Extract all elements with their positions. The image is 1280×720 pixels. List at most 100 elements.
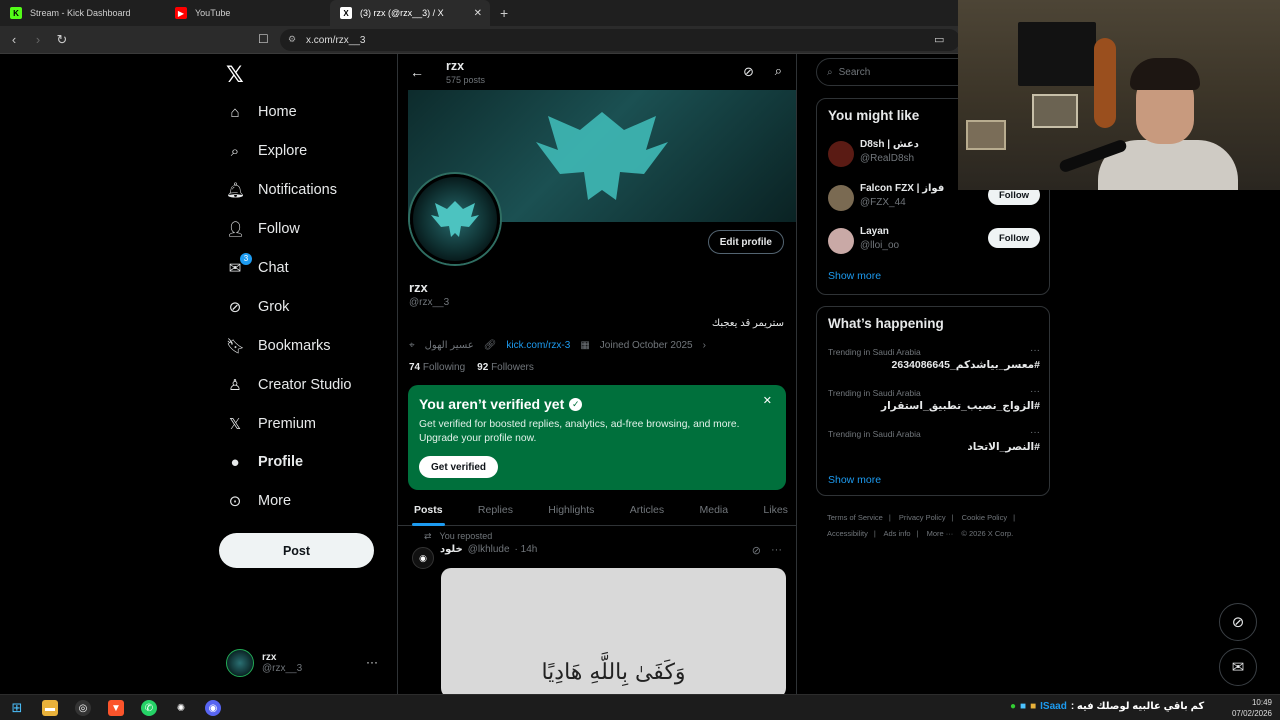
sidebar-item-notifications[interactable]: 🔔︎ Notifications xyxy=(226,178,337,202)
clock-date: 07/02/2026 xyxy=(1231,709,1272,718)
site-info-icon[interactable]: ⚙ xyxy=(288,34,296,45)
more-horizontal-icon[interactable]: ··· xyxy=(771,544,782,557)
tab-highlights[interactable]: Highlights xyxy=(548,494,594,526)
tab-media[interactable]: Media xyxy=(699,494,728,526)
sidebar-item-label: Profile xyxy=(258,454,304,470)
footer-link[interactable]: Cookie Policy xyxy=(962,513,1007,522)
footer-link[interactable]: Accessibility xyxy=(827,529,868,538)
sidebar-item-label: More xyxy=(258,493,292,509)
tab-x-profile[interactable]: X (3) rzx (@rzx__3) / X ✕ xyxy=(330,0,490,26)
search-placeholder: Search xyxy=(838,66,871,78)
sidebar: 𝕏 ⌂ Home ⌕ Explore 🔔︎ Notifications 👤︎ F… xyxy=(210,54,397,694)
suggested-user[interactable]: Layan @lloi_oo Follow xyxy=(828,226,1040,260)
sidebar-item-creator-studio[interactable]: ♙ Creator Studio xyxy=(226,373,351,397)
obs-icon[interactable]: ✺ xyxy=(173,700,189,716)
steam-icon[interactable]: ◎ xyxy=(75,700,91,716)
post-button[interactable]: Post xyxy=(219,533,374,568)
followers-link[interactable]: 92 Followers xyxy=(477,362,534,373)
trend-item[interactable]: Trending in Saudi Arabia ··· #معسر_بياشد… xyxy=(828,345,1040,381)
post-time[interactable]: · 14h xyxy=(515,544,538,555)
forward-icon[interactable]: › xyxy=(28,32,48,47)
grok-icon[interactable]: ⊘ xyxy=(752,544,761,557)
chevron-right-icon[interactable]: › xyxy=(703,340,706,351)
sidebar-item-home[interactable]: ⌂ Home xyxy=(226,100,296,124)
tab-posts[interactable]: Posts xyxy=(412,494,445,526)
followers-label: Followers xyxy=(491,362,534,373)
x-logo-icon[interactable]: 𝕏 xyxy=(226,62,244,88)
tray-app-icon[interactable]: ■ xyxy=(1030,701,1036,712)
reload-icon[interactable]: ↻ xyxy=(52,32,72,48)
footer-link[interactable]: Terms of Service xyxy=(827,513,883,522)
tab-kick[interactable]: K Stream - Kick Dashboard xyxy=(0,0,165,26)
profile-avatar[interactable] xyxy=(410,174,500,264)
person-icon: ● xyxy=(230,453,240,471)
show-more-link[interactable]: Show more xyxy=(828,270,881,282)
trend-category: Trending in Saudi Arabia xyxy=(828,429,921,439)
discord-icon[interactable]: ◉ xyxy=(205,700,221,716)
messages-fab[interactable]: ✉ xyxy=(1219,648,1257,686)
post-image[interactable]: وَكَفَىٰ بِاللَّهِ هَادِيًا xyxy=(441,568,786,694)
more-horizontal-icon[interactable]: ··· xyxy=(1030,427,1040,438)
windows-start-icon[interactable]: ⊞ xyxy=(9,700,25,716)
sidebar-item-explore[interactable]: ⌕ Explore xyxy=(226,139,307,163)
sidebar-item-bookmarks[interactable]: 🔖︎ Bookmarks xyxy=(226,334,331,358)
tab-articles[interactable]: Articles xyxy=(630,494,664,526)
tab-replies[interactable]: Replies xyxy=(478,494,513,526)
mail-icon: ✉ xyxy=(1231,659,1245,676)
profile-handle: @rzx__3 xyxy=(409,297,450,308)
sidebar-item-chat[interactable]: ✉ 3 Chat xyxy=(226,253,289,280)
post-image-text: وَكَفَىٰ بِاللَّهِ هَادِيًا xyxy=(541,660,686,685)
follow-button[interactable]: Follow xyxy=(988,228,1040,248)
following-link[interactable]: 74 Following xyxy=(409,362,465,373)
search-icon[interactable]: ⌕ xyxy=(775,63,782,79)
system-tray: ● ■ ■ ISaad كم باقي عالبيه لوصلك فيه : xyxy=(1010,701,1204,712)
tray-app-icon[interactable]: ■ xyxy=(1020,701,1026,712)
sidebar-item-premium[interactable]: 𝕏 Premium xyxy=(226,412,316,436)
whatsapp-icon[interactable]: ✆ xyxy=(141,700,157,716)
webcam-picture-frame xyxy=(1032,94,1078,128)
post-author-avatar[interactable]: ◉ xyxy=(412,547,434,569)
profile-link[interactable]: kick.com/rzx-3 xyxy=(506,340,570,351)
profile-tabs: Posts Replies Highlights Articles Media … xyxy=(398,494,796,526)
trend-item[interactable]: Trending in Saudi Arabia ··· #الزواج_نصي… xyxy=(828,386,1040,422)
tray-user[interactable]: ISaad xyxy=(1040,701,1067,712)
sidebar-item-profile[interactable]: ● Profile xyxy=(226,450,303,474)
footer-link[interactable]: Ads info xyxy=(883,529,910,538)
sidebar-item-more[interactable]: ⊙ More xyxy=(226,489,291,513)
grok-icon[interactable]: ⊘ xyxy=(743,64,754,80)
grok-fab[interactable]: ⊘ xyxy=(1219,603,1257,641)
sidebar-item-grok[interactable]: ⊘ Grok xyxy=(226,295,290,319)
more-horizontal-icon[interactable]: ··· xyxy=(1030,345,1040,356)
cast-icon[interactable]: ▭ xyxy=(934,33,944,46)
shield-icon[interactable]: ● xyxy=(1010,701,1016,712)
edit-profile-button[interactable]: Edit profile xyxy=(707,230,784,254)
url-field[interactable]: ⚙ x.com/rzx__3 xyxy=(280,29,960,51)
new-tab-button[interactable]: + xyxy=(490,5,518,21)
sidebar-item-follow[interactable]: 👤︎ Follow xyxy=(226,217,300,241)
brave-icon[interactable]: ▼ xyxy=(108,700,124,716)
more-horizontal-icon[interactable]: ··· xyxy=(1030,386,1040,397)
profile-bio: ستريمر قد يعجبك xyxy=(711,318,784,329)
bell-icon: 🔔︎ xyxy=(226,182,246,199)
close-icon[interactable]: ✕ xyxy=(763,394,772,407)
show-more-link[interactable]: Show more xyxy=(828,474,881,486)
post-author-handle[interactable]: @lkhlude xyxy=(468,544,510,555)
post-author-name[interactable]: خلود xyxy=(440,544,463,555)
tab-likes[interactable]: Likes xyxy=(763,494,788,526)
footer-link[interactable]: More ··· xyxy=(927,529,954,538)
footer-separator: | xyxy=(888,513,891,522)
back-arrow-icon[interactable]: ← xyxy=(410,64,424,80)
bookmark-icon[interactable]: ☐ xyxy=(258,32,269,46)
footer-separator: | xyxy=(916,529,919,538)
file-explorer-icon[interactable]: ▬ xyxy=(42,700,58,716)
tab-youtube[interactable]: ▶ YouTube xyxy=(165,0,330,26)
more-horizontal-icon[interactable]: ··· xyxy=(366,655,378,669)
get-verified-button[interactable]: Get verified xyxy=(419,456,499,478)
close-icon[interactable]: ✕ xyxy=(474,8,482,19)
trend-item[interactable]: Trending in Saudi Arabia ··· #النصر_الات… xyxy=(828,427,1040,463)
clock[interactable]: 10:49 07/02/2026 xyxy=(1232,697,1272,719)
back-icon[interactable]: ‹ xyxy=(4,32,24,47)
account-switcher[interactable]: rzx @rzx__3 ··· xyxy=(226,649,386,677)
webcam-overlay xyxy=(958,0,1280,190)
footer-link[interactable]: Privacy Policy xyxy=(899,513,946,522)
